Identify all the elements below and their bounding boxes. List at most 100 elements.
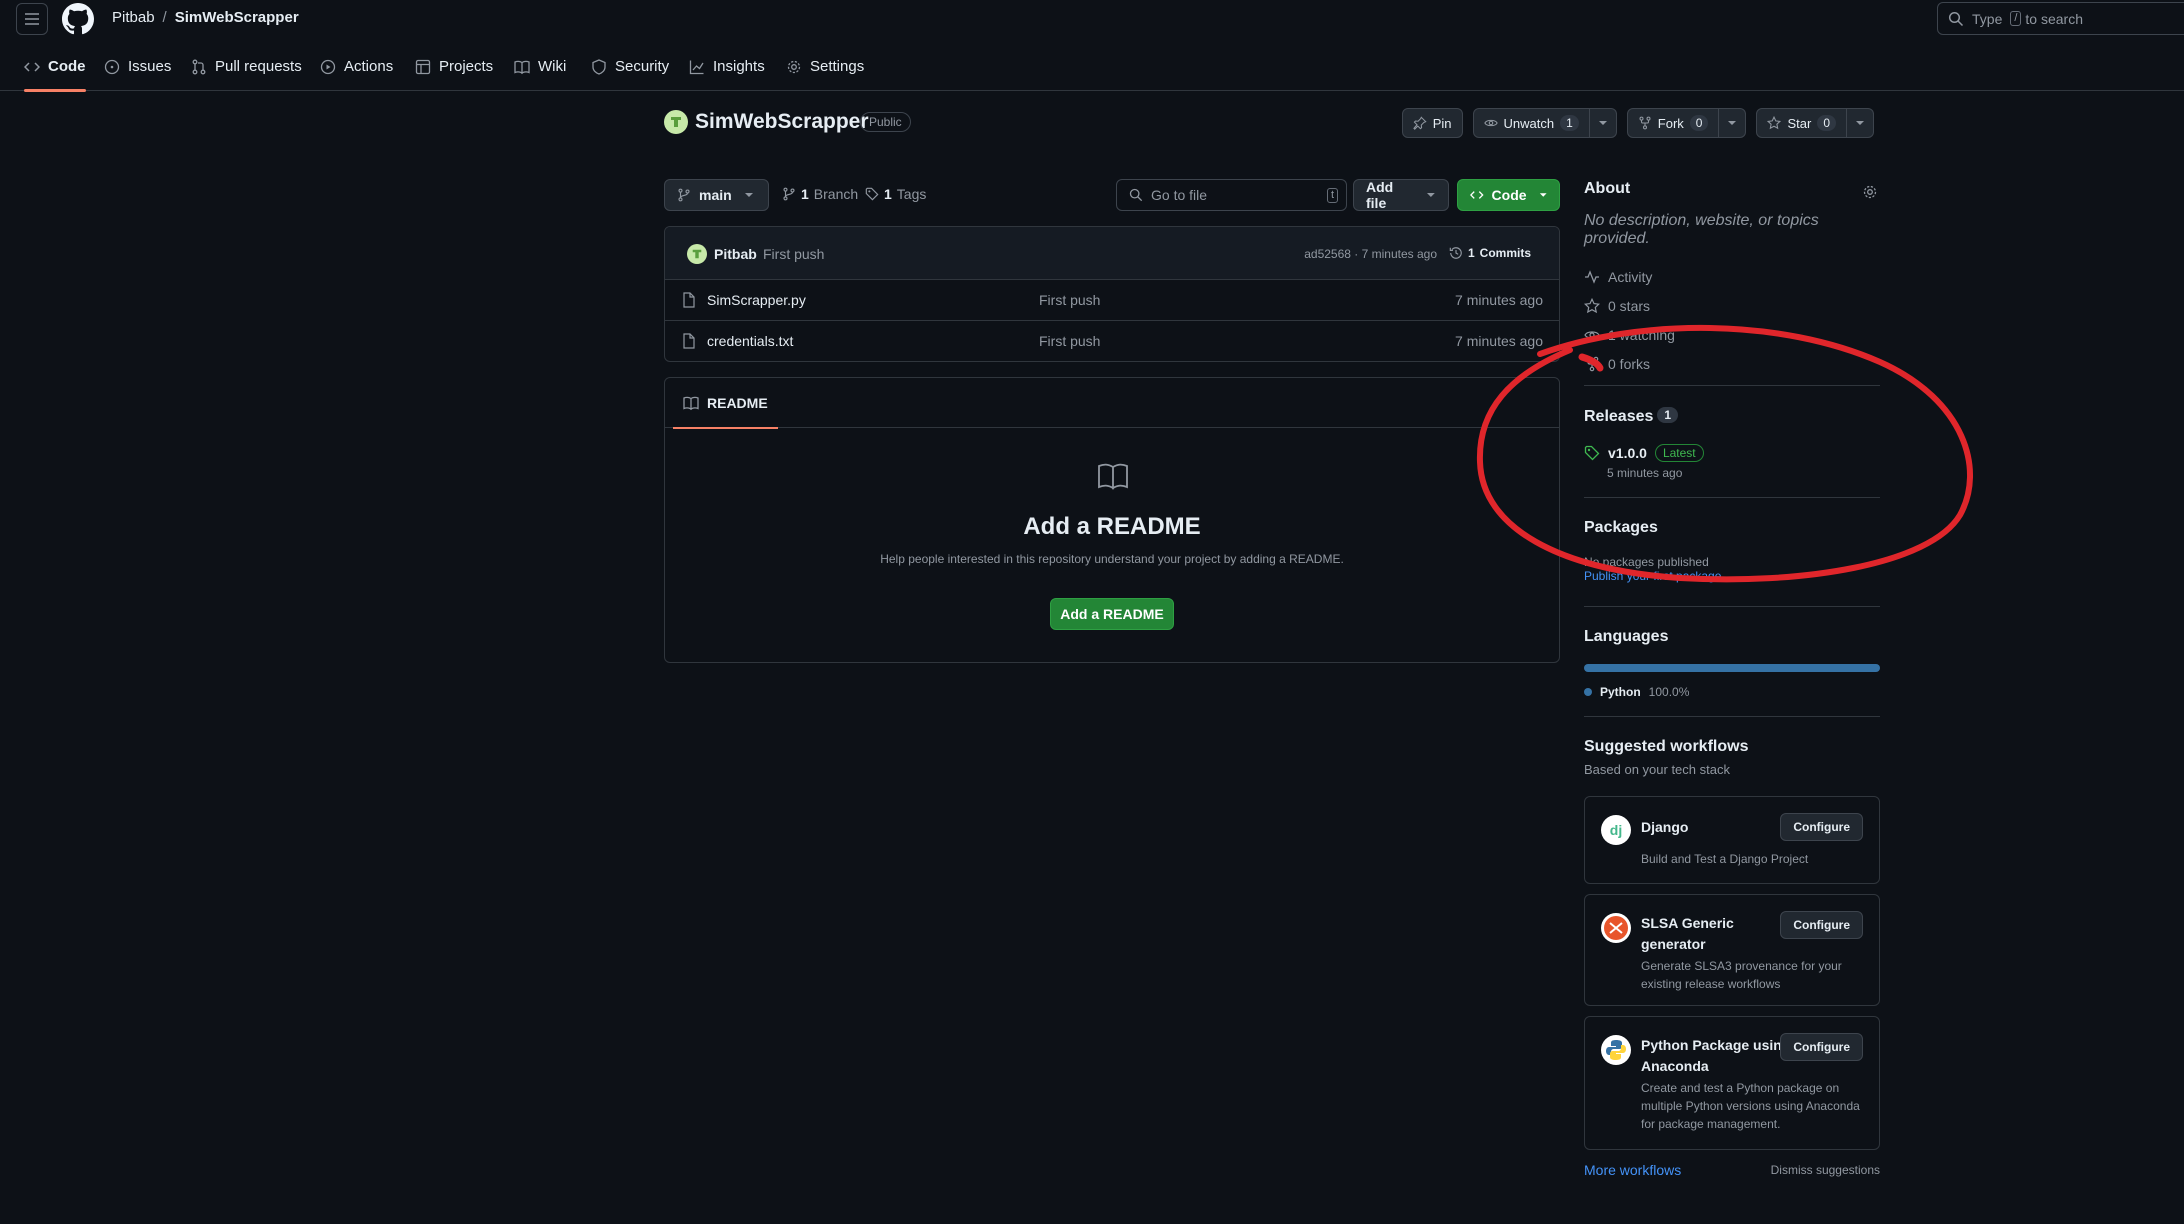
fork-count: 0 (1689, 115, 1709, 131)
dismiss-suggestions-link[interactable]: Dismiss suggestions (1771, 1163, 1880, 1177)
branch-icon (678, 188, 690, 202)
book-icon (514, 60, 530, 75)
about-list: Activity 0 stars 1 watching 0 forks (1584, 262, 1880, 378)
code-button[interactable]: Code (1457, 179, 1560, 211)
add-file-label: Add file (1366, 179, 1394, 211)
avatar[interactable] (687, 244, 707, 264)
pin-button[interactable]: Pin (1401, 108, 1463, 138)
goto-shortcut-key: t (1326, 188, 1338, 203)
star-group: Star 0 (1756, 108, 1874, 138)
branch-selector[interactable]: main (664, 179, 769, 211)
star-dropdown[interactable] (1847, 108, 1874, 138)
tab-label: Wiki (538, 58, 567, 75)
tab-issues[interactable]: Issues (104, 56, 171, 91)
activity-link[interactable]: Activity (1584, 262, 1880, 291)
tab-insights[interactable]: Insights (689, 56, 765, 91)
tab-security[interactable]: Security (591, 56, 669, 91)
owner-link[interactable]: Pitbab (112, 9, 155, 26)
language-name: Python (1600, 685, 1641, 699)
unwatch-button[interactable]: Unwatch 1 (1472, 108, 1590, 138)
gear-icon[interactable] (1862, 184, 1878, 200)
avatar[interactable] (664, 110, 688, 134)
python-logo-icon (1601, 1035, 1631, 1065)
goto-file-input[interactable]: Go to file t (1116, 179, 1347, 211)
add-file-button[interactable]: Add file (1353, 179, 1449, 211)
repo-nav: Code Issues Pull requests Actions Projec… (0, 48, 2184, 92)
tab-label: Pull requests (215, 58, 302, 75)
about-section: About No description, website, or topics… (1584, 180, 1880, 386)
search-shortcut-key: / (2010, 11, 2022, 26)
language-percent: 100.0% (1648, 685, 1690, 699)
tags-link[interactable]: 1 Tags (865, 186, 926, 202)
triangle-down-icon (1856, 121, 1864, 125)
commit-author[interactable]: Pitbab (714, 246, 757, 262)
configure-button[interactable]: Configure (1780, 813, 1863, 841)
add-readme-button[interactable]: Add a README (1050, 598, 1174, 630)
workflow-title: Django (1641, 819, 1689, 835)
releases-count: 1 (1657, 407, 1679, 423)
stars-label: 0 stars (1608, 297, 1651, 314)
branches-link[interactable]: 1 Branch (782, 186, 858, 202)
workflow-desc: Generate SLSA3 provenance for your exist… (1641, 959, 1842, 991)
commit-sha-time[interactable]: ad52568 · 7 minutes ago (1304, 247, 1437, 261)
search-placeholder-pre: Type (1972, 10, 2003, 27)
activity-label: Activity (1608, 268, 1653, 285)
tab-label: Code (48, 58, 86, 75)
fork-dropdown[interactable] (1719, 108, 1747, 138)
latest-commit-bar: Pitbab First push ad52568 · 7 minutes ag… (665, 227, 1559, 280)
menu-button[interactable] (16, 3, 48, 35)
release-item[interactable]: v1.0.0 Latest (1584, 444, 1880, 462)
commits-link[interactable]: 1 Commits (1449, 246, 1531, 260)
book-icon (1098, 463, 1128, 490)
tab-code[interactable]: Code (24, 56, 86, 92)
stars-link[interactable]: 0 stars (1584, 291, 1880, 320)
tab-readme[interactable]: README (673, 378, 778, 429)
packages-heading[interactable]: Packages (1584, 519, 1880, 537)
repo-link[interactable]: SimWebScrapper (175, 9, 299, 26)
star-button[interactable]: Star 0 (1756, 108, 1847, 138)
repo-title[interactable]: SimWebScrapper (695, 110, 869, 134)
workflows-subheading: Based on your tech stack (1584, 762, 1730, 777)
table-row: credentials.txt First push 7 minutes ago (665, 321, 1559, 361)
tab-pull-requests[interactable]: Pull requests (191, 56, 302, 91)
file-commit-message[interactable]: First push (1039, 333, 1100, 349)
watch-dropdown[interactable] (1589, 108, 1617, 138)
gear-icon (787, 60, 801, 74)
readme-help: Help people interested in this repositor… (880, 552, 1344, 566)
file-icon (683, 292, 695, 308)
issue-icon (104, 59, 120, 75)
releases-heading-label: Releases (1584, 408, 1654, 425)
github-logo-icon[interactable] (62, 3, 94, 35)
search-icon (1948, 11, 1964, 26)
tab-wiki[interactable]: Wiki (514, 56, 566, 91)
watching-link[interactable]: 1 watching (1584, 320, 1880, 349)
forks-link[interactable]: 0 forks (1584, 349, 1880, 378)
about-description: No description, website, or topics provi… (1584, 212, 1819, 247)
tab-actions[interactable]: Actions (320, 56, 393, 91)
more-workflows-link[interactable]: More workflows (1584, 1162, 1681, 1178)
fork-button[interactable]: Fork 0 (1626, 108, 1720, 138)
configure-button[interactable]: Configure (1780, 911, 1863, 939)
releases-heading[interactable]: Releases 1 (1584, 407, 1880, 426)
publish-package-link[interactable]: Publish your first package (1584, 569, 1880, 583)
file-name[interactable]: SimScrapper.py (707, 292, 806, 308)
tab-label: Issues (128, 58, 172, 75)
releases-section: Releases 1 v1.0.0 Latest 5 minutes ago (1584, 386, 1880, 498)
configure-button[interactable]: Configure (1780, 1033, 1863, 1061)
readme-panel: README Add a README Help people interest… (664, 377, 1560, 663)
global-header: Pitbab / SimWebScrapper Type / to search (0, 0, 2184, 38)
tab-projects[interactable]: Projects (415, 56, 493, 91)
code-button-label: Code (1491, 187, 1527, 203)
pin-icon (1412, 116, 1427, 130)
workflow-card-django: dj Django Build and Test a Django Projec… (1584, 796, 1880, 884)
file-commit-message[interactable]: First push (1039, 292, 1100, 308)
language-item[interactable]: Python 100.0% (1584, 685, 1880, 699)
file-name[interactable]: credentials.txt (707, 333, 793, 349)
visibility-badge: Public (860, 112, 911, 132)
search-input[interactable]: Type / to search (1937, 2, 2184, 35)
latest-badge: Latest (1654, 444, 1704, 462)
goto-placeholder: Go to file (1151, 187, 1208, 203)
tab-settings[interactable]: Settings (786, 56, 864, 91)
star-icon (1767, 116, 1782, 130)
commit-message[interactable]: First push (763, 246, 824, 262)
